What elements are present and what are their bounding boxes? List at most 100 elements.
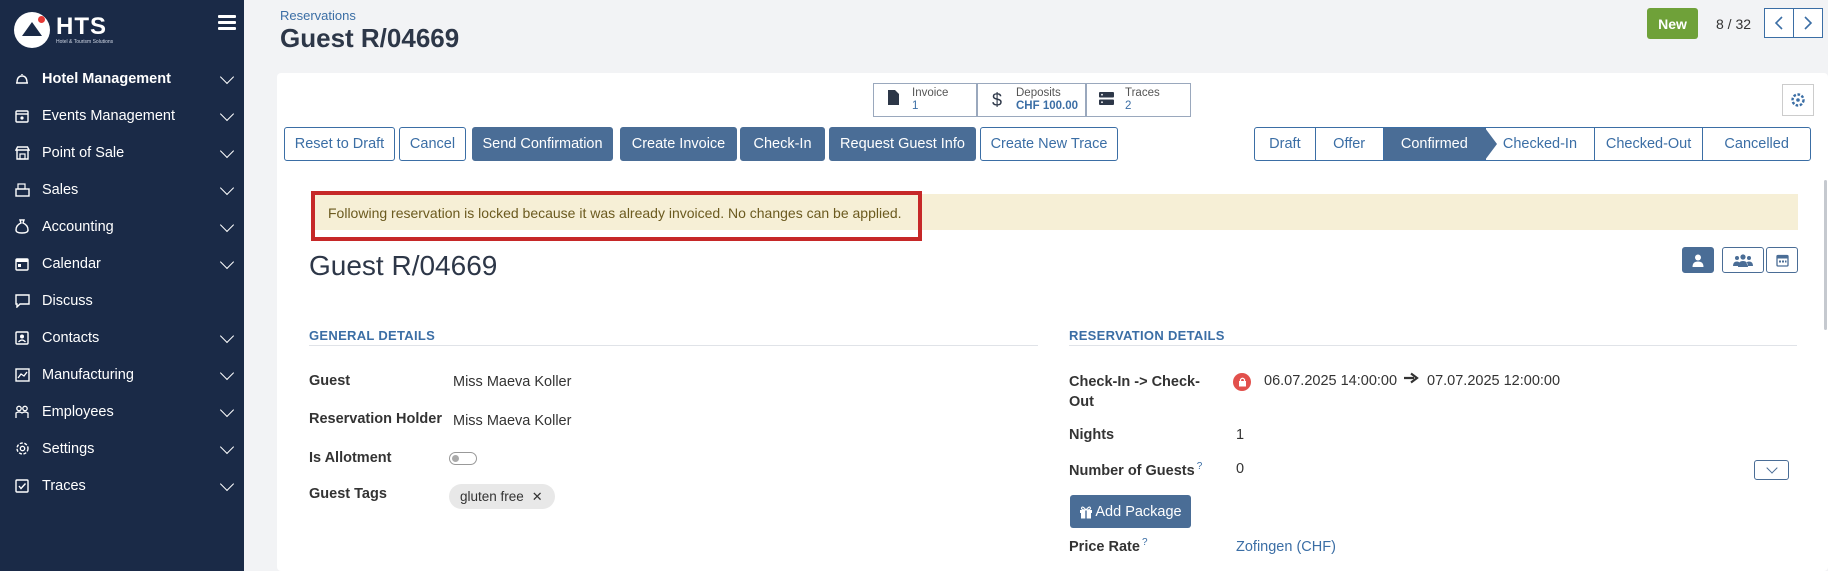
chevron-down-icon <box>219 106 235 122</box>
invoice-stat-button[interactable]: Invoice 1 <box>873 83 977 117</box>
nights-value: 1 <box>1236 427 1245 443</box>
traces-stat-label: Traces <box>1125 87 1160 99</box>
chart-icon <box>14 367 30 383</box>
send-confirmation-button[interactable]: Send Confirmation <box>472 127 613 161</box>
traces-stat-value: 2 <box>1125 100 1132 112</box>
chevron-down-icon <box>219 254 235 270</box>
sidebar: HTS Hotel & Tourism Solutions Hotel Mana… <box>0 0 244 571</box>
status-checked-out[interactable]: Checked-Out <box>1595 128 1704 160</box>
sidebar-item-label: Point of Sale <box>42 144 125 161</box>
server-icon <box>1097 90 1115 111</box>
chevron-down-icon <box>219 402 235 418</box>
bell-icon <box>14 71 30 87</box>
scrollbar[interactable] <box>1824 180 1827 330</box>
logo-name: HTS <box>56 13 107 40</box>
sidebar-item-contacts[interactable]: Contacts <box>0 319 244 356</box>
group-guests-view-button[interactable] <box>1722 247 1764 273</box>
gift-icon <box>1080 506 1093 518</box>
create-new-trace-button[interactable]: Create New Trace <box>980 127 1118 161</box>
cash-register-icon <box>14 182 30 198</box>
chevron-down-icon <box>219 476 235 492</box>
new-button[interactable]: New <box>1647 8 1698 39</box>
person-icon <box>1692 254 1704 267</box>
chevron-down-icon <box>219 328 235 344</box>
sidebar-item-settings[interactable]: Settings <box>0 430 244 467</box>
request-guest-info-button[interactable]: Request Guest Info <box>829 127 976 161</box>
is-allotment-toggle[interactable] <box>449 452 477 465</box>
sidebar-item-label: Discuss <box>42 292 93 309</box>
add-package-button[interactable]: Add Package <box>1070 495 1191 528</box>
price-rate-value[interactable]: Zofingen (CHF) <box>1236 539 1336 555</box>
sidebar-item-hotel-management[interactable]: Hotel Management <box>0 60 244 97</box>
deposits-stat-value: CHF 100.00 <box>1016 100 1079 112</box>
expand-guests-button[interactable] <box>1754 460 1789 480</box>
check-in-out-label-line1: Check-In -> Check- <box>1069 374 1200 390</box>
chevron-down-icon <box>219 143 235 159</box>
sidebar-item-label: Sales <box>42 181 79 198</box>
sidebar-item-accounting[interactable]: Accounting <box>0 208 244 245</box>
sidebar-item-manufacturing[interactable]: Manufacturing <box>0 356 244 393</box>
gear-icon <box>1791 93 1805 107</box>
check-in-out-label: Check-In -> Check- Out <box>1069 372 1200 412</box>
logo[interactable]: HTS Hotel & Tourism Solutions <box>14 10 113 50</box>
breadcrumb[interactable]: Reservations <box>280 8 356 23</box>
menu-toggle-icon[interactable] <box>218 15 236 30</box>
sidebar-item-events-management[interactable]: Events Management <box>0 97 244 134</box>
arrow-right-icon <box>1403 371 1419 388</box>
contacts-icon <box>14 330 30 346</box>
status-offer[interactable]: Offer <box>1316 128 1384 160</box>
settings-gear-button[interactable] <box>1782 84 1814 116</box>
help-icon[interactable]: ? <box>1142 537 1148 548</box>
guest-value[interactable]: Miss Maeva Koller <box>453 374 571 390</box>
traces-stat-button[interactable]: Traces 2 <box>1086 83 1191 117</box>
calendar-icon <box>14 256 30 272</box>
status-confirmed[interactable]: Confirmed <box>1383 128 1497 160</box>
reservation-holder-value[interactable]: Miss Maeva Koller <box>453 413 571 429</box>
group-icon <box>1733 253 1753 267</box>
chevron-right-icon <box>1804 16 1813 30</box>
money-bag-icon <box>14 219 30 235</box>
lock-icon <box>1233 373 1251 391</box>
section-divider <box>309 345 1038 346</box>
create-invoice-button[interactable]: Create Invoice <box>620 127 737 161</box>
logo-subtitle: Hotel & Tourism Solutions <box>56 39 114 45</box>
cancel-button[interactable]: Cancel <box>399 127 466 161</box>
sidebar-item-discuss[interactable]: Discuss <box>0 282 244 319</box>
reset-to-draft-button[interactable]: Reset to Draft <box>284 127 395 161</box>
sidebar-item-label: Manufacturing <box>42 366 134 383</box>
check-in-datetime: 06.07.2025 14:00:00 <box>1264 373 1398 389</box>
calendar-view-button[interactable] <box>1766 247 1798 273</box>
document-icon <box>884 89 902 111</box>
sidebar-item-label: Hotel Management <box>42 70 171 87</box>
help-icon[interactable]: ? <box>1197 461 1203 472</box>
chevron-down-icon <box>219 365 235 381</box>
is-allotment-label: Is Allotment <box>309 450 392 466</box>
guest-tag[interactable]: gluten free ✕ <box>449 484 555 509</box>
add-package-label: Add Package <box>1095 503 1182 520</box>
single-guest-view-button[interactable] <box>1682 247 1714 273</box>
check-in-out-label-line2: Out <box>1069 394 1094 410</box>
pager-counter[interactable]: 8 / 32 <box>1716 16 1751 32</box>
deposits-stat-button[interactable]: $ Deposits CHF 100.00 <box>977 83 1086 117</box>
remove-tag-icon[interactable]: ✕ <box>532 489 543 505</box>
guest-label: Guest <box>309 373 351 389</box>
dollar-icon: $ <box>991 89 1002 110</box>
status-checked-in[interactable]: Checked-In <box>1486 128 1595 160</box>
chevron-down-icon <box>219 439 235 455</box>
check-in-button[interactable]: Check-In <box>740 127 825 161</box>
sidebar-item-label: Settings <box>42 440 95 457</box>
pager-previous-button[interactable] <box>1764 8 1794 38</box>
chat-icon <box>14 293 30 309</box>
sidebar-item-sales[interactable]: Sales <box>0 171 244 208</box>
price-rate-label-text: Price Rate <box>1069 538 1140 555</box>
sidebar-item-point-of-sale[interactable]: Point of Sale <box>0 134 244 171</box>
sidebar-item-label: Employees <box>42 403 114 420</box>
pager-next-button[interactable] <box>1793 8 1823 38</box>
status-draft[interactable]: Draft <box>1255 128 1316 160</box>
sidebar-item-label: Traces <box>42 477 86 494</box>
sidebar-item-calendar[interactable]: Calendar <box>0 245 244 282</box>
status-cancelled[interactable]: Cancelled <box>1703 128 1810 160</box>
sidebar-item-employees[interactable]: Employees <box>0 393 244 430</box>
sidebar-item-traces[interactable]: Traces <box>0 467 244 504</box>
chevron-down-icon <box>219 180 235 196</box>
